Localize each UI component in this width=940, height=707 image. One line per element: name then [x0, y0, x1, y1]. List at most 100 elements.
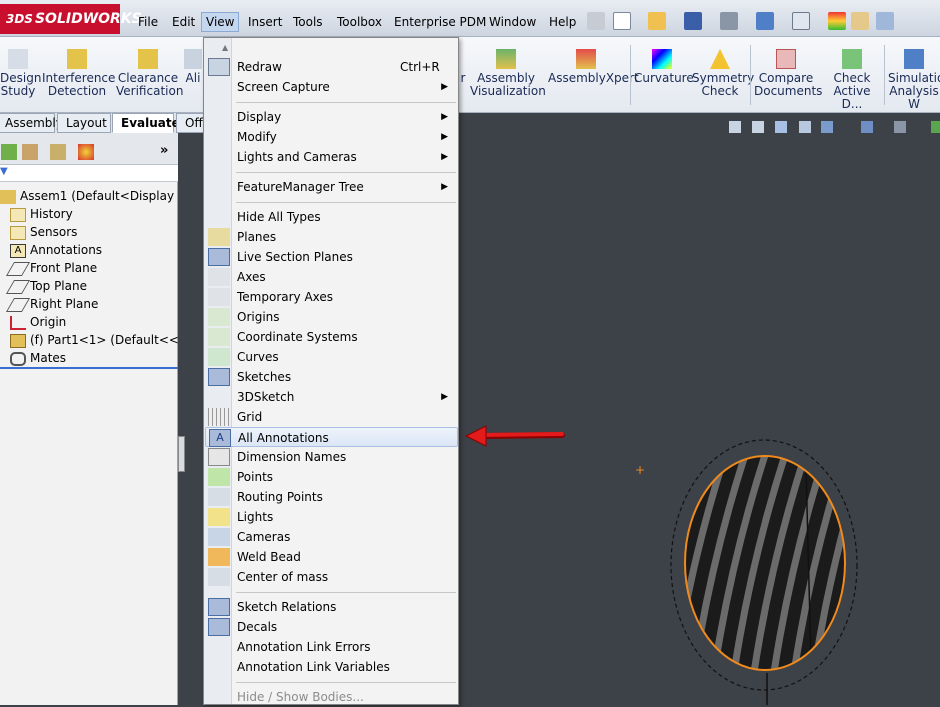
- menu-item-origins[interactable]: Origins: [205, 307, 458, 327]
- menu-item-curves[interactable]: Curves: [205, 347, 458, 367]
- open-folder-icon[interactable]: [648, 12, 666, 30]
- tab-assembly[interactable]: Assembly: [0, 113, 63, 133]
- curvature-button[interactable]: Curvature: [634, 37, 694, 113]
- rebuild-icon[interactable]: [828, 12, 846, 30]
- assembly-visualization-button[interactable]: Assembly Visualization: [470, 37, 546, 113]
- decals-icon: [208, 618, 230, 636]
- menu-item-all-annotations[interactable]: A All Annotations: [205, 427, 458, 447]
- menu-separator: [236, 172, 456, 173]
- menu-item-routing-points[interactable]: Routing Points: [205, 487, 458, 507]
- menu-item-center-of-mass[interactable]: Center of mass: [205, 567, 458, 587]
- tree-item-right-plane[interactable]: Right Plane: [5, 295, 98, 313]
- select-arrow-icon[interactable]: [792, 12, 810, 30]
- tree-item-origin[interactable]: Origin: [10, 313, 66, 331]
- menu-item-modify[interactable]: Modify ▶: [205, 127, 458, 147]
- compare-documents-button[interactable]: Compare Documents: [754, 37, 822, 113]
- graphics-viewport[interactable]: +: [459, 113, 940, 705]
- pin-icon[interactable]: [587, 12, 605, 30]
- hidden-command-button[interactable]: r: [459, 37, 467, 113]
- filter-icon[interactable]: ▼: [0, 166, 8, 177]
- expand-chevron-icon[interactable]: »: [160, 143, 168, 158]
- tab-office[interactable]: Off: [176, 113, 206, 133]
- interference-detection-button[interactable]: Interference Detection: [42, 37, 115, 113]
- part-icon: [10, 333, 26, 348]
- save-icon[interactable]: [684, 12, 702, 30]
- origin-marker: +: [635, 463, 645, 477]
- menu-item-sketches[interactable]: Sketches: [205, 367, 458, 387]
- symmetry-check-button[interactable]: Symmetry Check: [692, 37, 754, 113]
- menu-item-live-section-planes[interactable]: Live Section Planes: [205, 247, 458, 267]
- tab-evaluate[interactable]: Evaluate: [112, 113, 180, 133]
- section-view-icon: [799, 121, 811, 133]
- design-study-label: Design Study: [0, 71, 42, 98]
- menu-item-axes[interactable]: Axes: [205, 267, 458, 287]
- menu-item-lights[interactable]: Lights: [205, 507, 458, 527]
- submenu-arrow-icon: ▶: [441, 112, 448, 122]
- history-icon: [10, 207, 26, 222]
- undo-icon[interactable]: [756, 12, 774, 30]
- menu-window[interactable]: Window: [485, 12, 540, 32]
- curvature-icon: [652, 49, 672, 69]
- scroll-up-icon[interactable]: ▲: [222, 43, 228, 52]
- menu-insert[interactable]: Insert: [244, 12, 286, 32]
- symmetry-check-label: Symmetry Check: [692, 71, 755, 98]
- assemblyxpert-button[interactable]: AssemblyXpert: [548, 37, 639, 113]
- simulation-label: Simulatio Analysis W: [888, 71, 940, 111]
- menu-tools[interactable]: Tools: [289, 12, 327, 32]
- axes-icon: [208, 268, 230, 286]
- menu-item-lights-and-cameras[interactable]: Lights and Cameras ▶: [205, 147, 458, 167]
- displaymanager-tab-icon[interactable]: [78, 144, 94, 160]
- panel-collapse-handle[interactable]: [178, 436, 185, 472]
- design-study-button[interactable]: Design Study: [0, 37, 41, 113]
- menu-item-3dsketch[interactable]: 3DSketch ▶: [205, 387, 458, 407]
- menu-enterprise-pdm[interactable]: Enterprise PDM: [390, 12, 490, 32]
- menu-item-screen-capture[interactable]: Screen Capture ▶: [205, 77, 458, 97]
- menu-toolbox[interactable]: Toolbox: [333, 12, 386, 32]
- hide-show-items-icon: [894, 121, 906, 133]
- menu-file[interactable]: File: [134, 12, 162, 32]
- featuremanager-tab-icon[interactable]: [1, 144, 17, 160]
- tree-item-history[interactable]: History: [10, 205, 73, 223]
- tree-item-annotations[interactable]: A Annotations: [10, 241, 102, 259]
- tab-layout[interactable]: Layout: [57, 113, 111, 133]
- menu-item-dimension-names[interactable]: Dimension Names: [205, 447, 458, 467]
- menu-item-label: FeatureManager Tree: [237, 180, 364, 194]
- tree-item-front-plane[interactable]: Front Plane: [5, 259, 97, 277]
- tree-item-label: Sensors: [30, 225, 78, 239]
- menu-item-annotation-link-errors[interactable]: Annotation Link Errors: [205, 637, 458, 657]
- menu-edit[interactable]: Edit: [168, 12, 199, 32]
- tree-item-sensors[interactable]: Sensors: [10, 223, 77, 241]
- clearance-verification-button[interactable]: Clearance Verification: [116, 37, 183, 113]
- hole-alignment-button[interactable]: Ali: [184, 37, 202, 113]
- print-icon[interactable]: [720, 12, 738, 30]
- menu-item-redraw[interactable]: Redraw Ctrl+R: [205, 57, 458, 77]
- menu-item-temporary-axes[interactable]: Temporary Axes: [205, 287, 458, 307]
- menu-item-hide-all-types[interactable]: Hide All Types: [205, 207, 458, 227]
- sensors-icon: [10, 225, 26, 240]
- simulation-analysis-button[interactable]: Simulatio Analysis W: [888, 37, 940, 113]
- menu-item-weld-bead[interactable]: Weld Bead: [205, 547, 458, 567]
- menu-item-cameras[interactable]: Cameras: [205, 527, 458, 547]
- menu-item-points[interactable]: Points: [205, 467, 458, 487]
- menu-help[interactable]: Help: [545, 12, 580, 32]
- menu-item-annotation-link-variables[interactable]: Annotation Link Variables: [205, 657, 458, 677]
- check-active-document-button[interactable]: Check Active D...: [822, 37, 882, 113]
- menu-item-sketch-relations[interactable]: Sketch Relations: [205, 597, 458, 617]
- options-icon[interactable]: [876, 12, 894, 30]
- new-document-icon[interactable]: [613, 12, 631, 30]
- configurationmanager-tab-icon[interactable]: [50, 144, 66, 160]
- file-properties-icon[interactable]: [851, 12, 869, 30]
- menu-item-coordinate-systems[interactable]: Coordinate Systems: [205, 327, 458, 347]
- part-body: [685, 456, 845, 670]
- menu-item-featuremanager-tree[interactable]: FeatureManager Tree ▶: [205, 177, 458, 197]
- hidden-command-label: r: [460, 71, 466, 85]
- tree-filter[interactable]: ▼: [0, 165, 178, 182]
- menu-view[interactable]: View: [201, 12, 240, 32]
- propertymanager-tab-icon[interactable]: [22, 144, 38, 160]
- tree-item-top-plane[interactable]: Top Plane: [5, 277, 87, 295]
- menu-item-display[interactable]: Display ▶: [205, 107, 458, 127]
- tree-item-mates[interactable]: Mates: [10, 349, 66, 367]
- menu-item-decals[interactable]: Decals: [205, 617, 458, 637]
- menu-item-grid[interactable]: Grid: [205, 407, 458, 427]
- menu-item-planes[interactable]: Planes: [205, 227, 458, 247]
